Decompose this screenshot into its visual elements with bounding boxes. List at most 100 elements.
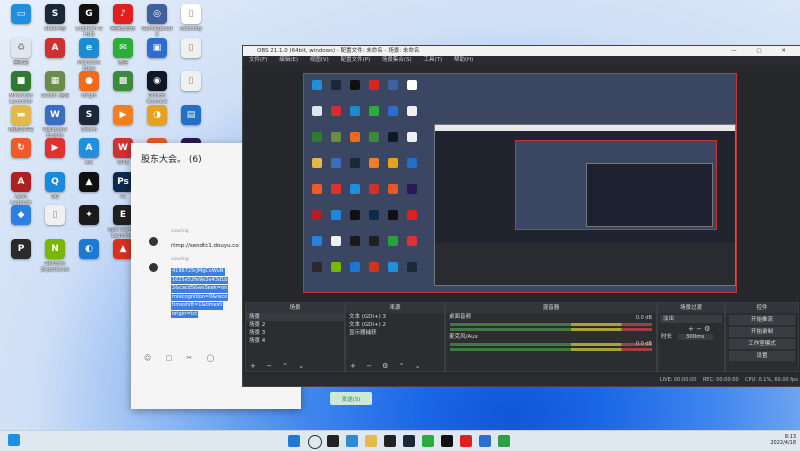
scene-item[interactable]: 场景 3 [246, 329, 344, 337]
system-clock[interactable]: 8:13 2022/4/18 [770, 434, 796, 446]
desktop-icon[interactable]: ▯ webcody [174, 4, 208, 38]
menu-help[interactable]: 帮助(H) [454, 57, 473, 63]
desktop-icon[interactable]: ◑ [140, 104, 174, 139]
app-taskbar-icon[interactable] [479, 435, 491, 447]
desktop-icon-label [38, 160, 72, 172]
desktop-icon[interactable]: P [4, 238, 38, 273]
chat-message[interactable]: rtmp://sendtc1.douyu.co [171, 243, 239, 249]
obs-taskbar-icon[interactable] [384, 435, 396, 447]
desktop-icon[interactable]: G Logitech G HUB [72, 4, 106, 38]
menu-file[interactable]: 文件(F) [249, 57, 267, 63]
preview-mini-icon [312, 106, 322, 116]
menu-tools[interactable]: 工具(T) [423, 57, 442, 63]
desktop-icon[interactable]: ▯ [174, 71, 208, 105]
send-button[interactable]: 发送(S) [330, 392, 372, 405]
app-icon: ▯ [181, 71, 201, 91]
source-item[interactable]: 文本 (GDI+) 2 [346, 321, 444, 329]
scene-item[interactable]: 场景 2 [246, 321, 344, 329]
desktop-icon[interactable]: ▲ [72, 171, 106, 206]
avatar[interactable] [149, 237, 158, 246]
desktop-icon[interactable]: S Steam游 [38, 4, 72, 38]
menu-view[interactable]: 视图(V) [310, 57, 329, 63]
menu-profile[interactable]: 配置文件(P) [341, 57, 371, 63]
netease-taskbar-icon[interactable] [460, 435, 472, 447]
app-icon: ■ [11, 71, 31, 91]
source-item[interactable]: 显示器捕获 [346, 329, 444, 337]
app-taskbar-icon[interactable] [441, 435, 453, 447]
desktop-icon[interactable]: W Wallpaper Engine [38, 104, 72, 139]
desktop-icon[interactable]: ▶ [106, 104, 140, 139]
app-icon: Ps [113, 171, 133, 192]
app-icon: N [45, 238, 65, 259]
transition-select[interactable]: 淡出 [660, 315, 722, 323]
transition-add-remove[interactable]: + − ⚙ [658, 325, 724, 333]
app-icon: ✦ [79, 205, 99, 225]
source-toolbar[interactable]: + − ⚙ ⌃ ⌄ [350, 362, 425, 370]
desktop-icon[interactable]: ◐ [72, 238, 106, 273]
edge-icon[interactable] [346, 435, 358, 447]
source-item[interactable]: 文本 (GDI+) 3 [346, 313, 444, 321]
duration-input[interactable]: 300ms [677, 334, 713, 340]
app-icon: ▲ [113, 238, 133, 259]
menu-edit[interactable]: 编辑(E) [279, 57, 298, 63]
preview-mini-icon [388, 262, 398, 272]
widgets-icon[interactable] [8, 434, 20, 446]
chat-toolbar[interactable]: ☺ ▢ ✂ ◯ [144, 354, 220, 362]
desktop-icon[interactable]: ▭ [4, 4, 38, 38]
desktop-icon[interactable]: ✉ 微信 [106, 37, 140, 72]
desktop-icon[interactable]: e Microsoft Edge [72, 37, 106, 72]
start-button[interactable] [288, 435, 300, 447]
avatar[interactable] [149, 263, 158, 272]
desktop-icon[interactable]: ▣ [140, 37, 174, 72]
obs-preview[interactable] [303, 73, 737, 293]
desktop-icon[interactable]: ◉ Ubisoft Connect [140, 71, 174, 105]
app-taskbar-icon[interactable] [498, 435, 510, 447]
desktop-icon[interactable]: ● Origin [72, 71, 106, 105]
obs-window[interactable]: OBS 21.1.0 (64bit, windows) - 配置文件: 未命名 … [242, 45, 800, 387]
desktop-icon-label: 微信 [117, 59, 128, 66]
desktop-icon[interactable]: ↻ [4, 138, 38, 172]
desktop-icon[interactable]: ▶ [38, 138, 72, 172]
wechat-taskbar-icon[interactable] [422, 435, 434, 447]
scene-toolbar[interactable]: + − ⌃ ⌄ [250, 362, 308, 370]
desktop-icon[interactable]: Q QQ [38, 171, 72, 206]
desktop-icon[interactable]: ▯ [38, 205, 72, 239]
selected-line: timeshift=1&timesh [171, 302, 224, 310]
desktop-icon[interactable]: A Arc [72, 138, 106, 172]
desktop-icon[interactable]: ◎ GameSpeed X [140, 4, 174, 38]
preview-mini-icon [312, 210, 322, 220]
start-recording-button[interactable]: 开始录制 [729, 327, 795, 337]
window-controls[interactable]: — ▢ ✕ [731, 46, 795, 56]
desktop-icon[interactable]: ♻ 回收站 [4, 37, 38, 72]
settings-button[interactable]: 设置 [729, 351, 795, 361]
scene-item[interactable]: 场景 [246, 313, 344, 321]
preview-mini-icon [369, 210, 379, 220]
volume-slider[interactable] [450, 328, 652, 331]
desktop-icon[interactable]: A Apex Legends [4, 171, 38, 206]
desktop-icon[interactable]: ▩ [106, 71, 140, 105]
desktop-icon[interactable]: A [38, 37, 72, 72]
desktop-icon[interactable]: ✦ [72, 205, 106, 239]
desktop-icon[interactable]: ◆ [4, 205, 38, 239]
preview-mini-icon [407, 80, 417, 90]
desktop-icon[interactable]: ▬ 新建文件夹 [4, 104, 38, 139]
search-icon[interactable] [308, 435, 322, 449]
desktop-icon[interactable]: S Steam [72, 104, 106, 139]
menu-scene-collection[interactable]: 场景集合(S) [382, 57, 412, 63]
desktop-icon[interactable]: ♪ 网易云音乐 [106, 4, 140, 38]
desktop-icon[interactable]: ▦ Steam 游戏 [38, 71, 72, 105]
desktop-icon[interactable]: ▯ [174, 37, 208, 72]
desktop-icon[interactable]: N GeForce Experience [38, 238, 72, 273]
studio-mode-button[interactable]: 工作室模式 [729, 339, 795, 349]
steam-taskbar-icon[interactable] [403, 435, 415, 447]
preview-mini-icon [407, 184, 417, 194]
desktop-icon[interactable]: ▤ [174, 104, 208, 139]
desktop-icon[interactable]: ■ Minecraft Launcher [4, 71, 38, 105]
file-explorer-icon[interactable] [365, 435, 377, 447]
desktop-icon-label [106, 93, 140, 105]
scene-item[interactable]: 场景 4 [246, 337, 344, 345]
task-view-icon[interactable] [327, 435, 339, 447]
start-streaming-button[interactable]: 开始推流 [729, 315, 795, 325]
preview-mini-icon [350, 184, 360, 194]
volume-slider[interactable] [450, 348, 652, 351]
